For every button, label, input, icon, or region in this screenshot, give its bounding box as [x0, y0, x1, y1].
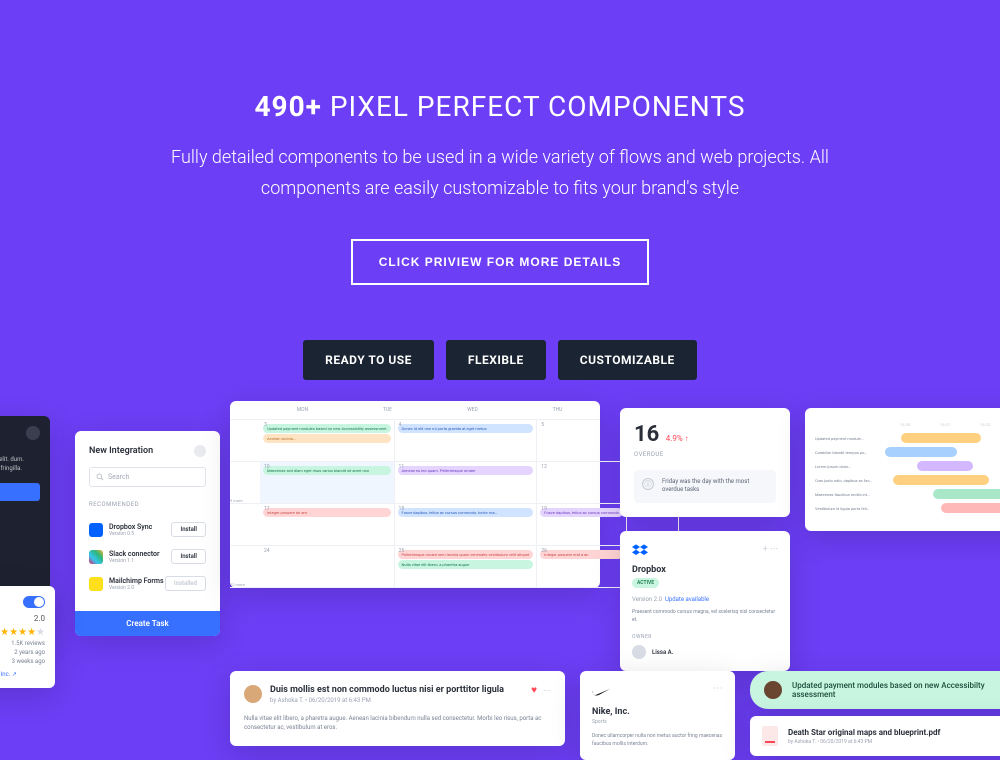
file-name: Death Star original maps and blueprint.p… [788, 728, 1000, 737]
calendar-event[interactable]: Maecenas sed diam eget risus varius blan… [263, 466, 391, 475]
owner-label: OWNER [632, 634, 778, 640]
modal-primary-button[interactable] [0, 483, 40, 501]
panel-title: New Integration [89, 446, 153, 456]
calendar-event[interactable]: Fusce dapibus, tellus ac cursus commodo,… [398, 508, 534, 517]
integration-row: Dropbox SyncVersion 0.5 Install [89, 516, 206, 543]
company-card: ⋯ Nike, Inc. Sports Donec ullamcorper nu… [580, 671, 735, 760]
calendar-event[interactable]: Updated payment modules based on new Acc… [263, 424, 391, 433]
calendar-event[interactable]: Integer posuere do am [263, 508, 391, 517]
tag-flexible: FLEXIBLE [446, 340, 546, 380]
article-body: Nulla vitae elit libero, a pharetra augu… [244, 714, 551, 732]
modal-description: ricula ut id elit. dum. Donec ctor fring… [0, 455, 40, 473]
search-icon [96, 473, 104, 481]
gantt-bar[interactable] [917, 461, 973, 471]
article-card: Duis mollis est non commodo luctus nisi … [230, 671, 565, 746]
notification-banner[interactable]: Updated payment modules based on new Acc… [750, 671, 1000, 709]
installed-button: Installed [165, 576, 206, 591]
stat-label: OVERDUE [634, 451, 776, 458]
mailchimp-icon [89, 577, 103, 591]
app-description: Praesent commodo cursus magna, vel scele… [632, 609, 778, 624]
pdf-icon [762, 726, 778, 746]
avatar [244, 685, 262, 703]
review-count: 1.5K reviews [0, 640, 45, 647]
article-meta: by Ashoka T. • 06/20/2019 at 6:43 PM [270, 697, 504, 704]
toggle-switch[interactable] [23, 596, 45, 608]
app-name: Dropbox [632, 565, 778, 575]
preview-button[interactable]: CLICK PRIVIEW FOR MORE DETAILS [351, 239, 649, 285]
info-icon: ⓘ [642, 478, 654, 490]
nike-icon [592, 683, 610, 701]
calendar-event[interactable]: Aenean eu leo quam. Pellentesque ornare [398, 466, 534, 475]
install-button[interactable]: Install [171, 522, 206, 537]
article-title: Duis mollis est non commodo luctus nisi … [270, 685, 504, 695]
updated-date: 3 weeks ago [0, 658, 45, 665]
gantt-bar[interactable] [885, 447, 957, 457]
gantt-bar[interactable] [901, 433, 981, 443]
created-date: 2 years ago [0, 649, 45, 656]
gantt-bar[interactable] [941, 503, 1000, 513]
add-icon[interactable]: + [763, 544, 768, 553]
company-name: Nike, Inc. [592, 707, 723, 717]
integration-panel: New Integration Search RECOMMENDED Dropb… [75, 431, 220, 636]
rating-score: 2.0 [0, 614, 45, 623]
more-events[interactable]: 12 more [230, 582, 245, 587]
calendar-card: MON TUE WED THU 3Updated payment modules… [230, 401, 600, 588]
dropbox-card: + ⋯ Dropbox ACTIVE Version 2.0 Update av… [620, 531, 790, 671]
file-meta: by Ashoka T. • 06/20/2019 at 6:43 PM [788, 739, 1000, 745]
company-category: Sports [592, 719, 723, 725]
create-task-button[interactable]: Create Task [75, 611, 220, 636]
hero-title: 490+ PIXEL PERFECT COMPONENTS [0, 90, 1000, 123]
more-icon[interactable]: ⋯ [770, 544, 778, 553]
calendar-event[interactable]: Donec id elit non mi porta gravida at eg… [398, 424, 534, 433]
tag-customizable: CUSTOMIZABLE [558, 340, 697, 380]
tag-ready: READY TO USE [303, 340, 434, 380]
stat-note: Friday was the day with the most overdue… [662, 478, 768, 495]
calendar-event[interactable]: Pellentesque ornare sem lacinia quam ven… [398, 550, 534, 559]
owner-name: Lissa A. [652, 649, 673, 656]
integration-row: Mailchimp FormsVersion 2.0 Installed [89, 570, 206, 597]
update-link[interactable]: Update available [665, 596, 709, 603]
gantt-bar[interactable] [893, 475, 989, 485]
status-badge: ACTIVE [632, 578, 659, 588]
install-button[interactable]: Install [171, 549, 206, 564]
rating-card: 2.0 ★★★★★ 1.5K reviews 2 years ago 3 wee… [0, 586, 55, 688]
section-label: RECOMMENDED [89, 501, 206, 508]
integration-row: Slack connectorVersion 1.1 Install [89, 543, 206, 570]
stat-number: 16 [634, 422, 659, 447]
gantt-bar[interactable] [933, 489, 1000, 499]
close-icon[interactable] [194, 445, 206, 457]
search-input[interactable]: Search [89, 467, 206, 487]
banner-text: Updated payment modules based on new Acc… [792, 681, 990, 699]
overdue-stat-card: 16 4.9% ↑ OVERDUE ⓘ Friday was the day w… [620, 408, 790, 517]
owner-link[interactable]: Mailchimp, Inc. ↗ [0, 671, 45, 678]
calendar-event[interactable]: Integer posuere erat a an [540, 550, 623, 559]
star-rating: ★★★★★ [0, 627, 45, 638]
dropbox-icon [632, 543, 648, 559]
heart-icon[interactable]: ♥ [531, 685, 537, 696]
dropbox-icon [89, 523, 103, 537]
avatar [632, 645, 646, 659]
more-icon[interactable]: ⋯ [713, 683, 723, 701]
slack-icon [89, 550, 103, 564]
gantt-card: 10/2010/2110/2210/23 Updated payment mod… [805, 408, 1000, 531]
close-icon[interactable] [26, 426, 40, 440]
more-events[interactable]: 9 more [230, 498, 242, 503]
hero-description: Fully detailed components to be used in … [160, 143, 840, 204]
stat-change: 4.9% ↑ [666, 434, 689, 443]
calendar-event[interactable]: Aenean lacinia… [263, 434, 391, 443]
avatar [764, 681, 782, 699]
company-description: Donec ullamcorper nulla non metus auctor… [592, 733, 723, 748]
more-icon[interactable]: ⋯ [543, 686, 551, 695]
calendar-event[interactable]: Nulla vitae elit libero, a pharetra augu… [398, 560, 534, 569]
calendar-event[interactable]: Fusce dapibus, tellus ac cursus commodo [540, 508, 623, 517]
file-card[interactable]: Death Star original maps and blueprint.p… [750, 716, 1000, 756]
